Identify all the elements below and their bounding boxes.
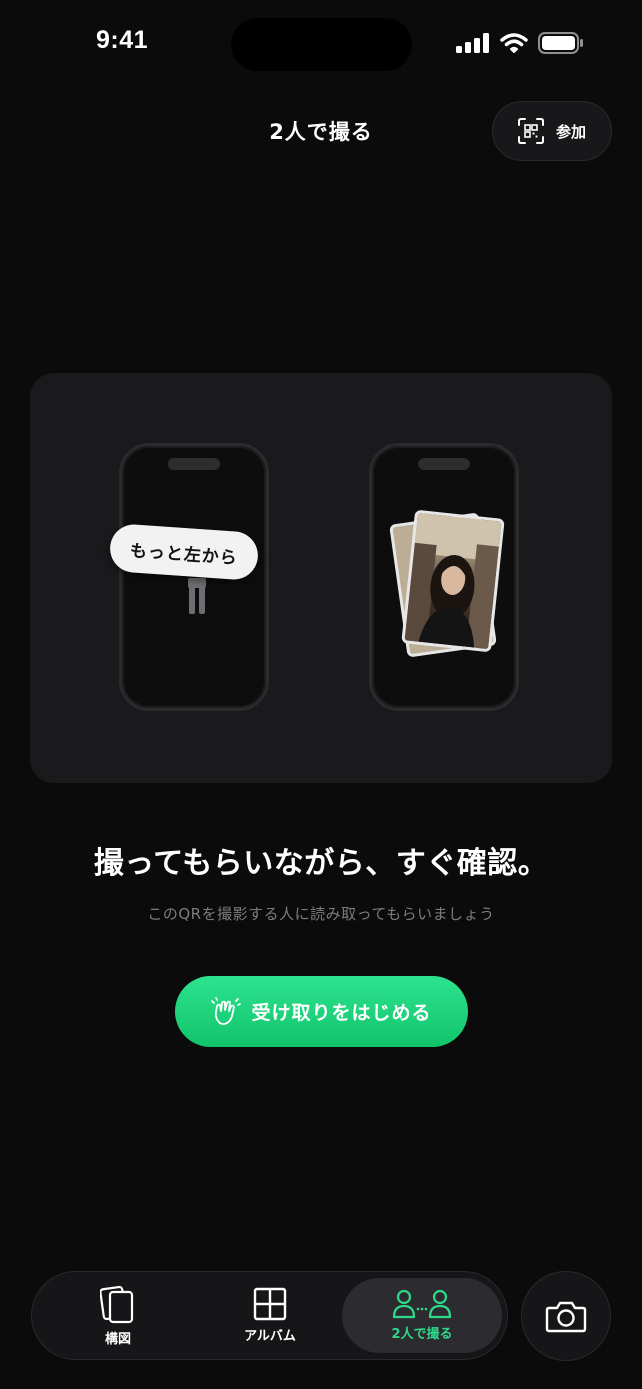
- battery-icon: [538, 32, 583, 54]
- join-label: 参加: [555, 122, 586, 141]
- signal-icon: [456, 33, 489, 53]
- direction-bubble: もっと左から: [108, 522, 260, 582]
- wifi-icon: [500, 33, 528, 53]
- tab-bar: 構図 アルバム 2人で撮る: [31, 1271, 508, 1360]
- photo-thumbnail-front: [401, 509, 505, 653]
- status-icons: [456, 32, 584, 54]
- composition-icon: [100, 1285, 134, 1324]
- phone-illustration-left: [119, 443, 269, 711]
- tab-composition[interactable]: 構図: [38, 1272, 198, 1359]
- tab-album[interactable]: アルバム: [190, 1272, 350, 1359]
- illustration-card: もっと左から: [30, 373, 612, 783]
- dynamic-island: [231, 18, 412, 71]
- tab-label: 2人で撮る: [391, 1327, 453, 1342]
- instruction-text: このQRを撮影する人に読み取ってもらいましょう: [147, 905, 495, 923]
- grid-icon: [253, 1287, 287, 1321]
- start-receiving-button[interactable]: 受け取りをはじめる: [175, 976, 468, 1047]
- headline: 撮ってもらいながら、すぐ確認。: [93, 846, 549, 881]
- camera-icon: [545, 1301, 587, 1333]
- camera-button[interactable]: [521, 1271, 611, 1361]
- portrait-photo: [404, 512, 502, 650]
- qr-scan-icon: [517, 118, 544, 144]
- tab-label: 構図: [104, 1332, 131, 1347]
- screen: 9:41 2人で撮る 参加 もっと左から 撮ってもらいながら、すぐ確認。 このQ…: [0, 0, 642, 1389]
- tab-two-people[interactable]: 2人で撮る: [342, 1278, 502, 1353]
- two-people-icon: [392, 1289, 452, 1319]
- join-button[interactable]: 参加: [492, 101, 612, 161]
- phone-notch: [418, 458, 470, 470]
- clapping-hands-icon: [211, 996, 242, 1025]
- person-figure-icon: [188, 578, 206, 614]
- phone-notch: [168, 458, 220, 470]
- status-time: 9:41: [96, 26, 149, 54]
- tab-label: アルバム: [244, 1329, 296, 1344]
- start-receiving-label: 受け取りをはじめる: [251, 1002, 432, 1024]
